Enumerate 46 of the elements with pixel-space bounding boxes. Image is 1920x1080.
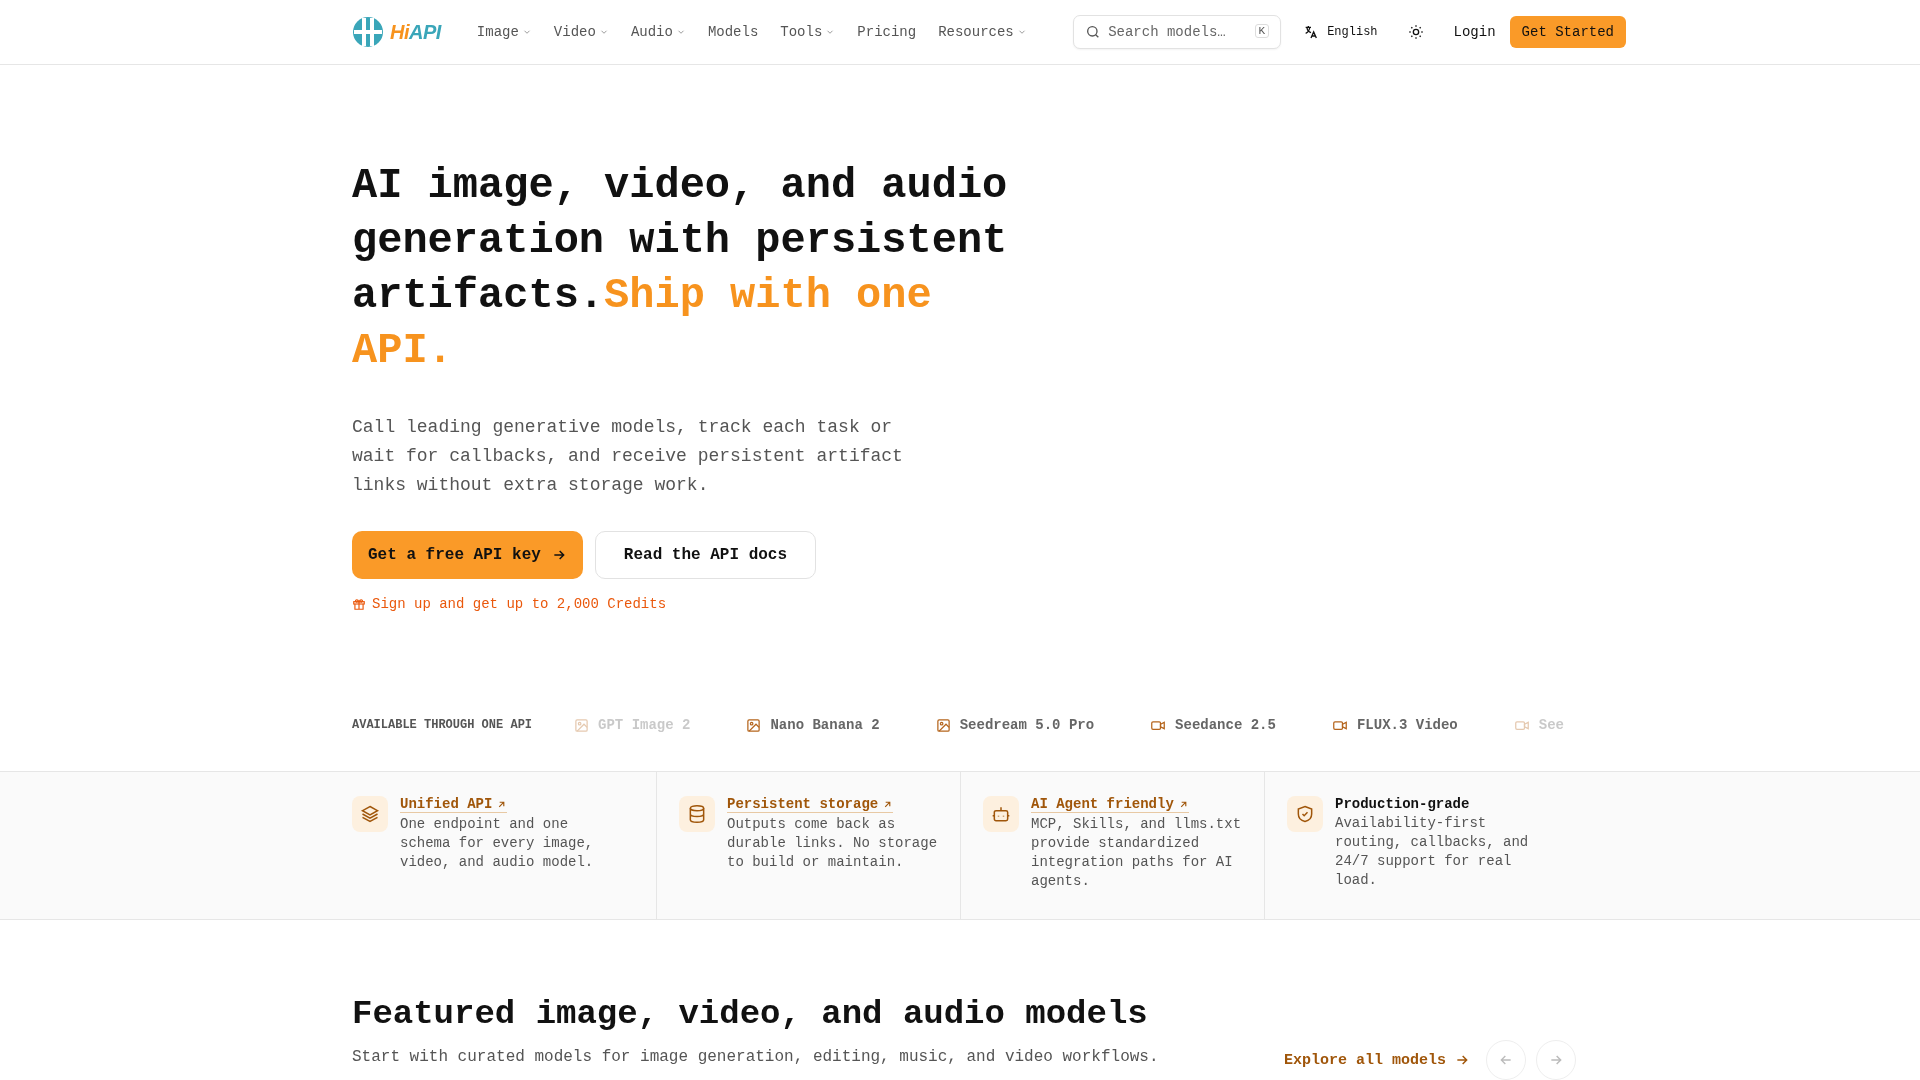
feature-link[interactable]: Persistent storage <box>727 796 894 813</box>
logo-text: HiAPI <box>390 20 441 44</box>
hero-description: Call leading generative models, track each task or wait for callbacks, and receive persistent artifact links without extra storage work. <box>352 416 904 497</box>
model-name: Nano Banana 2 <box>746 715 880 735</box>
nav-menu-item[interactable]: Pricing <box>847 18 927 46</box>
model-name: FLUX.3 Video <box>1331 715 1458 735</box>
feature-description: Availability-first routing, callbacks, and 24/7 support for real load. <box>1335 814 1530 890</box>
free-api-key-button[interactable]: Get a free API key <box>352 531 583 579</box>
robot-icon <box>991 804 1011 824</box>
api-docs-button[interactable]: Read the API docs <box>594 531 817 579</box>
explore-models-link[interactable]: Explore all models <box>1283 1051 1470 1069</box>
section-label: AVAILABLE THROUGH ONE API <box>352 718 533 732</box>
nav-menu-item[interactable]: Resources <box>928 18 1037 46</box>
shortcut-hint: K <box>1254 24 1270 38</box>
signup-credits-text: Sign up and get up to 2,000 Credits <box>372 596 667 612</box>
nav-menu-item[interactable]: Image <box>466 18 542 46</box>
feature-description: Outputs come back as durable links. No storage to build or maintain. <box>727 815 939 872</box>
login-button[interactable]: Login <box>1447 18 1502 46</box>
nav-menu-item[interactable]: Models <box>697 18 769 46</box>
feature-description: One endpoint and one schema for every image, video, and audio model. <box>400 815 595 872</box>
feature-link[interactable]: Unified API <box>400 796 508 813</box>
section-heading: Featured image, video, and audio models <box>352 994 1149 1035</box>
database-icon <box>687 804 707 824</box>
feature-title: Production-grade <box>1335 796 1470 812</box>
model-name: Seedance 2.5 <box>1150 715 1276 735</box>
get-started-button[interactable]: Get Started <box>1509 16 1626 48</box>
sun-icon <box>1407 24 1424 40</box>
shield-check-icon <box>1295 804 1315 824</box>
section-subtitle: Start with curated models for image generation, editing, music, and video workflows. <box>352 1048 1159 1066</box>
hero-heading: AI image, video, and audio generation with persistent artifacts.Ship with one API. <box>352 161 1009 377</box>
gift-icon <box>352 597 366 611</box>
nav-menu-item[interactable]: Audio <box>620 18 696 46</box>
model-name: Seedream 5.0 Pro <box>935 715 1095 735</box>
nav-menu-item[interactable]: Video <box>543 18 619 46</box>
translate-icon <box>1303 24 1320 40</box>
image-icon <box>935 717 951 733</box>
previous-button[interactable] <box>1486 1040 1526 1080</box>
nav-menu-item[interactable]: Tools <box>770 18 846 46</box>
feature-link[interactable]: AI Agent friendly <box>1031 796 1189 813</box>
feature-description: MCP, Skills, and llms.txt provide standardized integration paths for AI agents. <box>1031 815 1243 891</box>
image-icon <box>746 717 762 733</box>
logo-icon <box>352 16 384 48</box>
language-button[interactable]: English <box>1297 18 1384 46</box>
image-icon <box>574 717 590 733</box>
next-button[interactable] <box>1536 1040 1576 1080</box>
layers-icon <box>360 804 380 824</box>
